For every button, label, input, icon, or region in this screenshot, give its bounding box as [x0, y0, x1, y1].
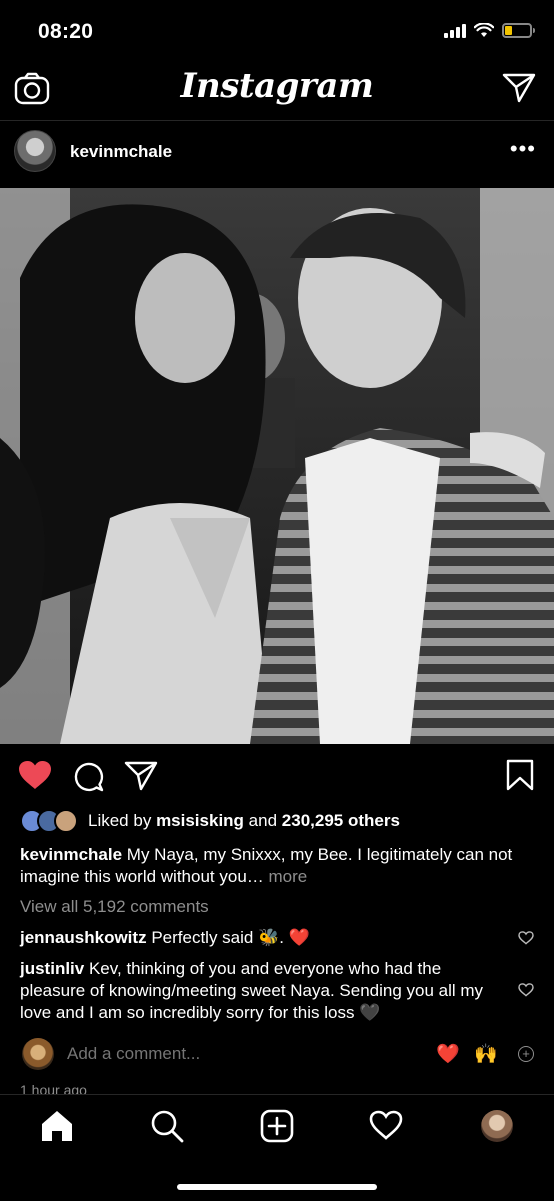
profile-avatar[interactable] — [481, 1110, 513, 1142]
current-user-avatar — [22, 1038, 54, 1070]
liker-avatar — [54, 809, 78, 833]
likes-count[interactable]: 230,295 others — [282, 811, 400, 831]
bookmark-icon[interactable] — [506, 759, 534, 791]
new-post-icon[interactable] — [260, 1109, 294, 1143]
post-author-avatar[interactable] — [14, 130, 56, 172]
comment-like-icon[interactable] — [518, 983, 534, 997]
status-icons — [444, 22, 535, 38]
activity-heart-icon[interactable] — [369, 1109, 403, 1141]
liker-avatars — [20, 809, 78, 833]
post-photo[interactable] — [0, 188, 554, 744]
likes-summary[interactable]: Liked by msisisking and 230,295 others — [20, 808, 400, 834]
quick-reaction-heart[interactable]: ❤️ — [436, 1042, 460, 1066]
comment-username[interactable]: jennaushkowitz — [20, 928, 147, 947]
app-logo: Instagram — [180, 66, 374, 106]
search-icon[interactable] — [150, 1109, 184, 1143]
post-header: kevinmchale ••• — [0, 124, 554, 184]
likes-prefix: Liked by — [88, 811, 152, 830]
comment-text: Perfectly said 🐝. ❤️ — [151, 928, 310, 947]
comment-text: Kev, thinking of you and everyone who ha… — [20, 959, 484, 1022]
post-timestamp: 1 hour ago — [20, 1082, 87, 1094]
comment-icon[interactable] — [72, 760, 104, 792]
comment-like-icon[interactable] — [518, 931, 534, 945]
comment-item: jennaushkowitz Perfectly said 🐝. ❤️ — [20, 927, 510, 949]
more-options-icon[interactable]: ••• — [510, 138, 536, 160]
top-nav: Instagram — [0, 60, 554, 120]
post-image — [0, 188, 554, 744]
battery-icon — [502, 22, 535, 38]
likes-middle: and — [248, 811, 278, 830]
status-bar: 08:20 — [0, 0, 554, 60]
nav-divider — [0, 120, 554, 121]
quick-reaction-raised-hands[interactable]: 🙌 — [474, 1042, 498, 1066]
home-indicator[interactable] — [177, 1184, 377, 1190]
add-comment-row: ❤️ 🙌 + — [0, 1036, 554, 1076]
heart-filled-icon[interactable] — [18, 760, 52, 790]
share-icon[interactable] — [124, 760, 158, 792]
more-reactions-icon[interactable]: + — [518, 1046, 534, 1062]
wifi-icon — [474, 22, 494, 37]
post-author-username[interactable]: kevinmchale — [70, 142, 172, 162]
caption-more-link[interactable]: more — [269, 867, 308, 886]
likes-user[interactable]: msisisking — [156, 811, 244, 831]
status-time: 08:20 — [38, 20, 94, 43]
post-caption: kevinmchale My Naya, my Snixxx, my Bee. … — [20, 844, 520, 888]
comment-username[interactable]: justinliv — [20, 959, 84, 978]
home-icon[interactable] — [40, 1109, 74, 1143]
view-all-comments-link[interactable]: View all 5,192 comments — [20, 897, 209, 917]
caption-username[interactable]: kevinmchale — [20, 845, 122, 864]
send-icon[interactable] — [502, 72, 536, 104]
comment-item: justinliv Kev, thinking of you and every… — [20, 958, 510, 1024]
signal-icon — [444, 22, 466, 38]
bottom-nav — [0, 1094, 554, 1201]
post-actions — [0, 756, 554, 796]
add-comment-input[interactable] — [67, 1044, 367, 1064]
